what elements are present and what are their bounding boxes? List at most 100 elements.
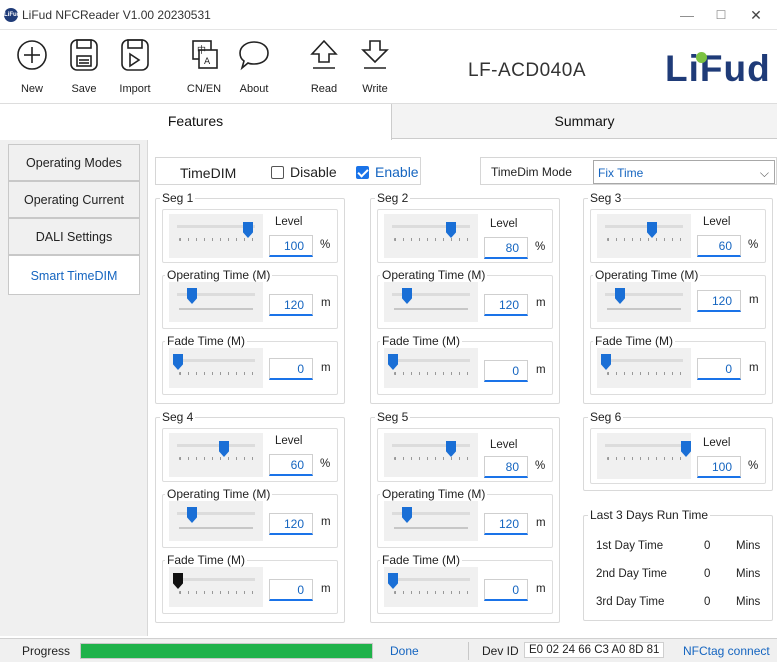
seg2-optime-box: Operating Time (M) 120 m bbox=[377, 268, 553, 329]
progress-bar bbox=[80, 643, 373, 659]
seg4-level-input[interactable]: 60 bbox=[269, 454, 313, 476]
slider-thumb[interactable] bbox=[173, 573, 183, 589]
seg1-optime-slider[interactable] bbox=[169, 282, 263, 322]
slider-thumb[interactable] bbox=[219, 441, 229, 457]
slider-thumb[interactable] bbox=[187, 288, 197, 304]
slider-thumb[interactable] bbox=[173, 354, 183, 370]
seg2-optime-input[interactable]: 120 bbox=[484, 294, 528, 316]
save-button[interactable]: Save bbox=[64, 38, 104, 98]
seg4-optime-slider[interactable] bbox=[169, 501, 263, 541]
seg6-level-input[interactable]: 100 bbox=[697, 456, 741, 478]
seg2-level-input[interactable]: 80 bbox=[484, 237, 528, 259]
slider-thumb[interactable] bbox=[615, 288, 625, 304]
seg2-group: Seg 2 Level 80 % Operating Time (M) 120 … bbox=[370, 191, 560, 404]
seg1-optime-input[interactable]: 120 bbox=[269, 294, 313, 316]
minute-unit: m bbox=[536, 297, 546, 309]
seg5-fade-slider[interactable] bbox=[384, 567, 478, 607]
seg5-level-input[interactable]: 80 bbox=[484, 456, 528, 478]
seg1-optime-box: Operating Time (M) 120 m bbox=[162, 268, 338, 329]
import-button[interactable]: Import bbox=[112, 38, 158, 98]
seg5-level-slider[interactable] bbox=[384, 433, 478, 477]
seg3-optime-box: Operating Time (M) 120 m bbox=[590, 268, 766, 329]
fade-time-title: Fade Time (M) bbox=[165, 334, 248, 348]
maximize-button[interactable]: ☐ bbox=[706, 5, 736, 25]
slider-thumb[interactable] bbox=[402, 507, 412, 523]
op-time-title: Operating Time (M) bbox=[380, 487, 488, 501]
seg3-optime-slider[interactable] bbox=[597, 282, 691, 322]
slider-thumb[interactable] bbox=[187, 507, 197, 523]
slider-thumb[interactable] bbox=[647, 222, 657, 238]
sidebar-item-smart-timedim[interactable]: Smart TimeDIM bbox=[8, 255, 140, 295]
seg4-title: Seg 4 bbox=[160, 410, 196, 424]
seg4-level-slider[interactable] bbox=[169, 433, 263, 477]
new-icon bbox=[16, 38, 48, 72]
new-button[interactable]: New bbox=[12, 38, 52, 98]
seg1-fade-box: Fade Time (M) 0 m bbox=[162, 334, 338, 395]
slider-thumb[interactable] bbox=[681, 441, 691, 457]
seg3-fade-input[interactable]: 0 bbox=[697, 358, 741, 380]
timedim-mode-label: TimeDim Mode bbox=[491, 165, 572, 179]
checkbox-checked-icon bbox=[356, 166, 369, 179]
minute-unit: m bbox=[321, 362, 331, 374]
seg5-optime-input[interactable]: 120 bbox=[484, 513, 528, 535]
seg4-optime-input[interactable]: 120 bbox=[269, 513, 313, 535]
seg1-level-slider[interactable] bbox=[169, 214, 263, 258]
timedim-mode-select[interactable]: Fix Time ⌵ bbox=[593, 160, 775, 184]
seg3-fade-slider[interactable] bbox=[597, 348, 691, 388]
percent-unit: % bbox=[748, 239, 759, 251]
language-label: CN/EN bbox=[186, 83, 222, 95]
tab-bar: Features Summary bbox=[0, 103, 777, 140]
minute-unit: m bbox=[321, 297, 331, 309]
runtime-value-3: 0 bbox=[704, 596, 711, 608]
seg2-optime-slider[interactable] bbox=[384, 282, 478, 322]
svg-text:中: 中 bbox=[197, 44, 206, 56]
runtime-unit-3: Mins bbox=[736, 596, 761, 608]
minute-unit: m bbox=[536, 517, 546, 529]
disable-checkbox[interactable]: Disable bbox=[271, 164, 337, 180]
enable-checkbox[interactable]: Enable bbox=[356, 164, 419, 180]
seg4-fade-slider[interactable] bbox=[169, 567, 263, 607]
progress-fill bbox=[81, 644, 372, 658]
about-button[interactable]: About bbox=[234, 38, 274, 98]
seg2-fade-slider[interactable] bbox=[384, 348, 478, 388]
level-label: Level bbox=[703, 216, 731, 228]
seg5-optime-slider[interactable] bbox=[384, 501, 478, 541]
close-button[interactable]: ✕ bbox=[741, 5, 771, 25]
sidebar-item-operating-modes[interactable]: Operating Modes bbox=[8, 144, 140, 181]
slider-thumb[interactable] bbox=[388, 354, 398, 370]
write-button[interactable]: Write bbox=[355, 38, 395, 98]
minute-unit: m bbox=[321, 583, 331, 595]
runtime-group: Last 3 Days Run Time 1st Day Time 0 Mins… bbox=[583, 508, 773, 621]
seg1-fade-input[interactable]: 0 bbox=[269, 358, 313, 380]
fade-time-title: Fade Time (M) bbox=[165, 553, 248, 567]
slider-thumb[interactable] bbox=[402, 288, 412, 304]
read-button[interactable]: Read bbox=[304, 38, 344, 98]
runtime-value-2: 0 bbox=[704, 568, 711, 580]
seg5-level-box: Level 80 % bbox=[377, 428, 553, 482]
slider-thumb[interactable] bbox=[388, 573, 398, 589]
sidebar-item-operating-current[interactable]: Operating Current bbox=[8, 181, 140, 218]
slider-thumb[interactable] bbox=[601, 354, 611, 370]
language-button[interactable]: 中A CN/EN bbox=[182, 38, 226, 98]
tab-summary[interactable]: Summary bbox=[392, 104, 777, 139]
minimize-button[interactable]: — bbox=[672, 5, 702, 25]
seg1-fade-slider[interactable] bbox=[169, 348, 263, 388]
sidebar-item-dali-settings[interactable]: DALI Settings bbox=[8, 218, 140, 255]
seg2-fade-input[interactable]: 0 bbox=[484, 360, 528, 382]
timedim-label: TimeDIM bbox=[180, 165, 237, 181]
seg3-level-input[interactable]: 60 bbox=[697, 235, 741, 257]
seg5-fade-input[interactable]: 0 bbox=[484, 579, 528, 601]
seg1-level-input[interactable]: 100 bbox=[269, 235, 313, 257]
slider-thumb[interactable] bbox=[446, 441, 456, 457]
tab-features[interactable]: Features bbox=[0, 104, 392, 140]
seg3-optime-input[interactable]: 120 bbox=[697, 290, 741, 312]
seg2-level-slider[interactable] bbox=[384, 214, 478, 258]
seg4-fade-input[interactable]: 0 bbox=[269, 579, 313, 601]
seg3-level-slider[interactable] bbox=[597, 214, 691, 258]
slider-thumb[interactable] bbox=[446, 222, 456, 238]
seg5-optime-box: Operating Time (M) 120 m bbox=[377, 487, 553, 548]
seg4-group: Seg 4 Level 60 % Operating Time (M) 120 … bbox=[155, 410, 345, 623]
fade-time-title: Fade Time (M) bbox=[593, 334, 676, 348]
seg6-level-slider[interactable] bbox=[597, 433, 691, 479]
slider-thumb[interactable] bbox=[243, 222, 253, 238]
